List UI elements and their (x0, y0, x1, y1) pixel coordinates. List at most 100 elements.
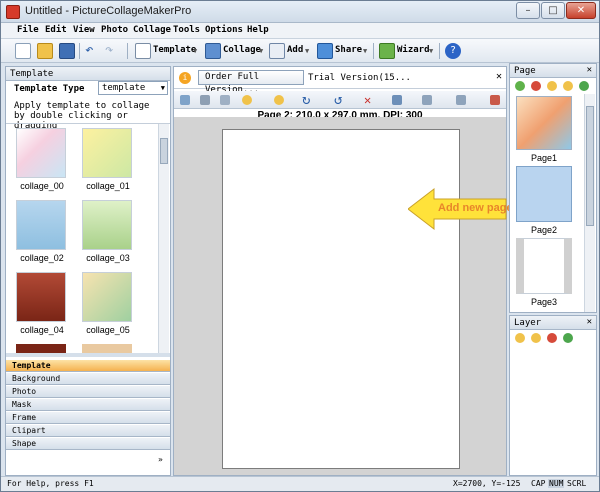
scrollbar-thumb[interactable] (160, 138, 168, 164)
scrollbar-thumb[interactable] (586, 106, 594, 226)
collage-icon[interactable] (205, 43, 221, 59)
page-thumb-2[interactable] (516, 166, 572, 222)
template-tool-label[interactable]: Template (153, 45, 196, 55)
category-frame[interactable]: Frame (6, 411, 170, 424)
edit-toolbar: ↻ ↺ ✕ (174, 91, 506, 109)
help-icon[interactable]: ? (445, 43, 461, 59)
menu-tools[interactable]: Tools (173, 25, 200, 35)
toolbar-separator (373, 43, 374, 59)
status-cap: CAP (531, 479, 546, 488)
page-thumb-3[interactable] (516, 238, 572, 294)
page-label: Page1 (530, 153, 558, 163)
template-icon[interactable] (135, 43, 151, 59)
add-tool-label[interactable]: Add (287, 45, 303, 55)
template-thumb-collage-02[interactable] (16, 200, 66, 250)
menu-file[interactable]: File (17, 25, 39, 35)
toolbar-separator (439, 43, 440, 59)
minimize-button[interactable]: – (516, 2, 540, 19)
trial-version-text: Trial Version(15... (308, 73, 411, 83)
wizard-tool-label[interactable]: Wizard (397, 45, 430, 55)
chevron-down-icon[interactable]: ▼ (363, 47, 367, 55)
template-gallery: collage_00 collage_01 collage_02 collage… (6, 123, 170, 353)
category-background[interactable]: Background (6, 372, 170, 385)
share-tool-label[interactable]: Share (335, 45, 362, 55)
chevron-down-icon[interactable]: ▼ (429, 47, 433, 55)
chevron-down-icon: ▼ (160, 84, 165, 92)
menu-edit[interactable]: Edit (45, 25, 67, 35)
layer-down-icon[interactable] (531, 333, 541, 343)
template-type-select[interactable]: template ▼ (98, 81, 168, 95)
status-bar: For Help, press F1 X=2700, Y=-125 CAP NU… (1, 476, 599, 491)
bring-forward-icon[interactable] (242, 95, 252, 105)
canvas-workspace: Add new page (174, 117, 513, 475)
menu-options[interactable]: Options (205, 25, 243, 35)
template-thumb-collage-04[interactable] (16, 272, 66, 322)
chevron-down-icon[interactable]: ▼ (193, 47, 197, 55)
open-folder-icon[interactable] (37, 43, 53, 59)
refresh-icon[interactable] (563, 333, 573, 343)
status-num: NUM (548, 479, 565, 488)
category-shape[interactable]: Shape (6, 437, 170, 450)
gallery-scrollbar[interactable] (158, 124, 169, 353)
save-icon[interactable] (59, 43, 75, 59)
chevron-down-icon[interactable]: ▼ (259, 47, 263, 55)
delete-page-icon[interactable] (531, 81, 541, 91)
page-thumb-1[interactable] (516, 96, 572, 150)
refresh-icon[interactable] (579, 81, 589, 91)
share-icon[interactable] (317, 43, 333, 59)
template-thumb-collage-03[interactable] (82, 200, 132, 250)
add-page-icon[interactable] (515, 81, 525, 91)
delete-layer-icon[interactable] (547, 333, 557, 343)
print-icon[interactable] (200, 95, 210, 105)
redo-icon[interactable]: ↷ (105, 43, 121, 59)
align-icon[interactable] (392, 95, 402, 105)
rotate-left-icon[interactable]: ↺ (334, 92, 342, 108)
app-icon (6, 5, 20, 19)
close-icon[interactable]: ✕ (587, 65, 592, 75)
template-label: collage_04 (20, 325, 64, 335)
template-thumb-partial[interactable] (82, 344, 132, 353)
category-clipart[interactable]: Clipart (6, 424, 170, 437)
template-thumb-collage-01[interactable] (82, 128, 132, 178)
move-down-icon[interactable] (563, 81, 573, 91)
page-panel-toolbar (510, 78, 596, 94)
order-full-version-button[interactable]: Order Full Version... (198, 70, 304, 95)
maximize-button[interactable]: □ (541, 2, 565, 19)
expand-chevron-icon[interactable]: » (158, 455, 163, 464)
close-icon[interactable]: ✕ (496, 71, 502, 82)
rotate-right-icon[interactable]: ↻ (302, 92, 310, 108)
close-page-icon[interactable] (490, 95, 500, 105)
category-photo[interactable]: Photo (6, 385, 170, 398)
undo-icon[interactable]: ↶ (85, 43, 101, 59)
menu-photo[interactable]: Photo (101, 25, 128, 35)
crop-icon[interactable] (220, 95, 230, 105)
save-page-icon[interactable] (422, 95, 432, 105)
page-scrollbar[interactable] (584, 94, 595, 312)
delete-icon[interactable]: ✕ (364, 93, 371, 107)
image-tool-icon[interactable] (180, 95, 190, 105)
layer-up-icon[interactable] (515, 333, 525, 343)
title-bar: Untitled - PictureCollageMakerPro – □ ✕ (1, 1, 599, 23)
panel-splitter[interactable] (6, 353, 170, 357)
new-file-icon[interactable] (15, 43, 31, 59)
category-mask[interactable]: Mask (6, 398, 170, 411)
collage-tool-label[interactable]: Collage (223, 45, 261, 55)
category-template[interactable]: Template (6, 359, 170, 372)
send-backward-icon[interactable] (274, 95, 284, 105)
layer-panel-title: Layer (514, 318, 542, 328)
menu-view[interactable]: View (73, 25, 95, 35)
menu-help[interactable]: Help (247, 25, 269, 35)
wizard-icon[interactable] (379, 43, 395, 59)
move-up-icon[interactable] (547, 81, 557, 91)
menu-collage[interactable]: Collage (133, 25, 171, 35)
template-thumb-collage-05[interactable] (82, 272, 132, 322)
add-icon[interactable] (269, 43, 285, 59)
view-icon[interactable] (456, 95, 466, 105)
template-label: collage_05 (86, 325, 130, 335)
template-thumb-collage-00[interactable] (16, 128, 66, 178)
chevron-down-icon[interactable]: ▼ (305, 47, 309, 55)
collage-page-canvas[interactable] (222, 129, 460, 469)
close-button[interactable]: ✕ (566, 2, 596, 19)
template-thumb-partial[interactable] (16, 344, 66, 353)
close-icon[interactable]: ✕ (587, 317, 592, 327)
